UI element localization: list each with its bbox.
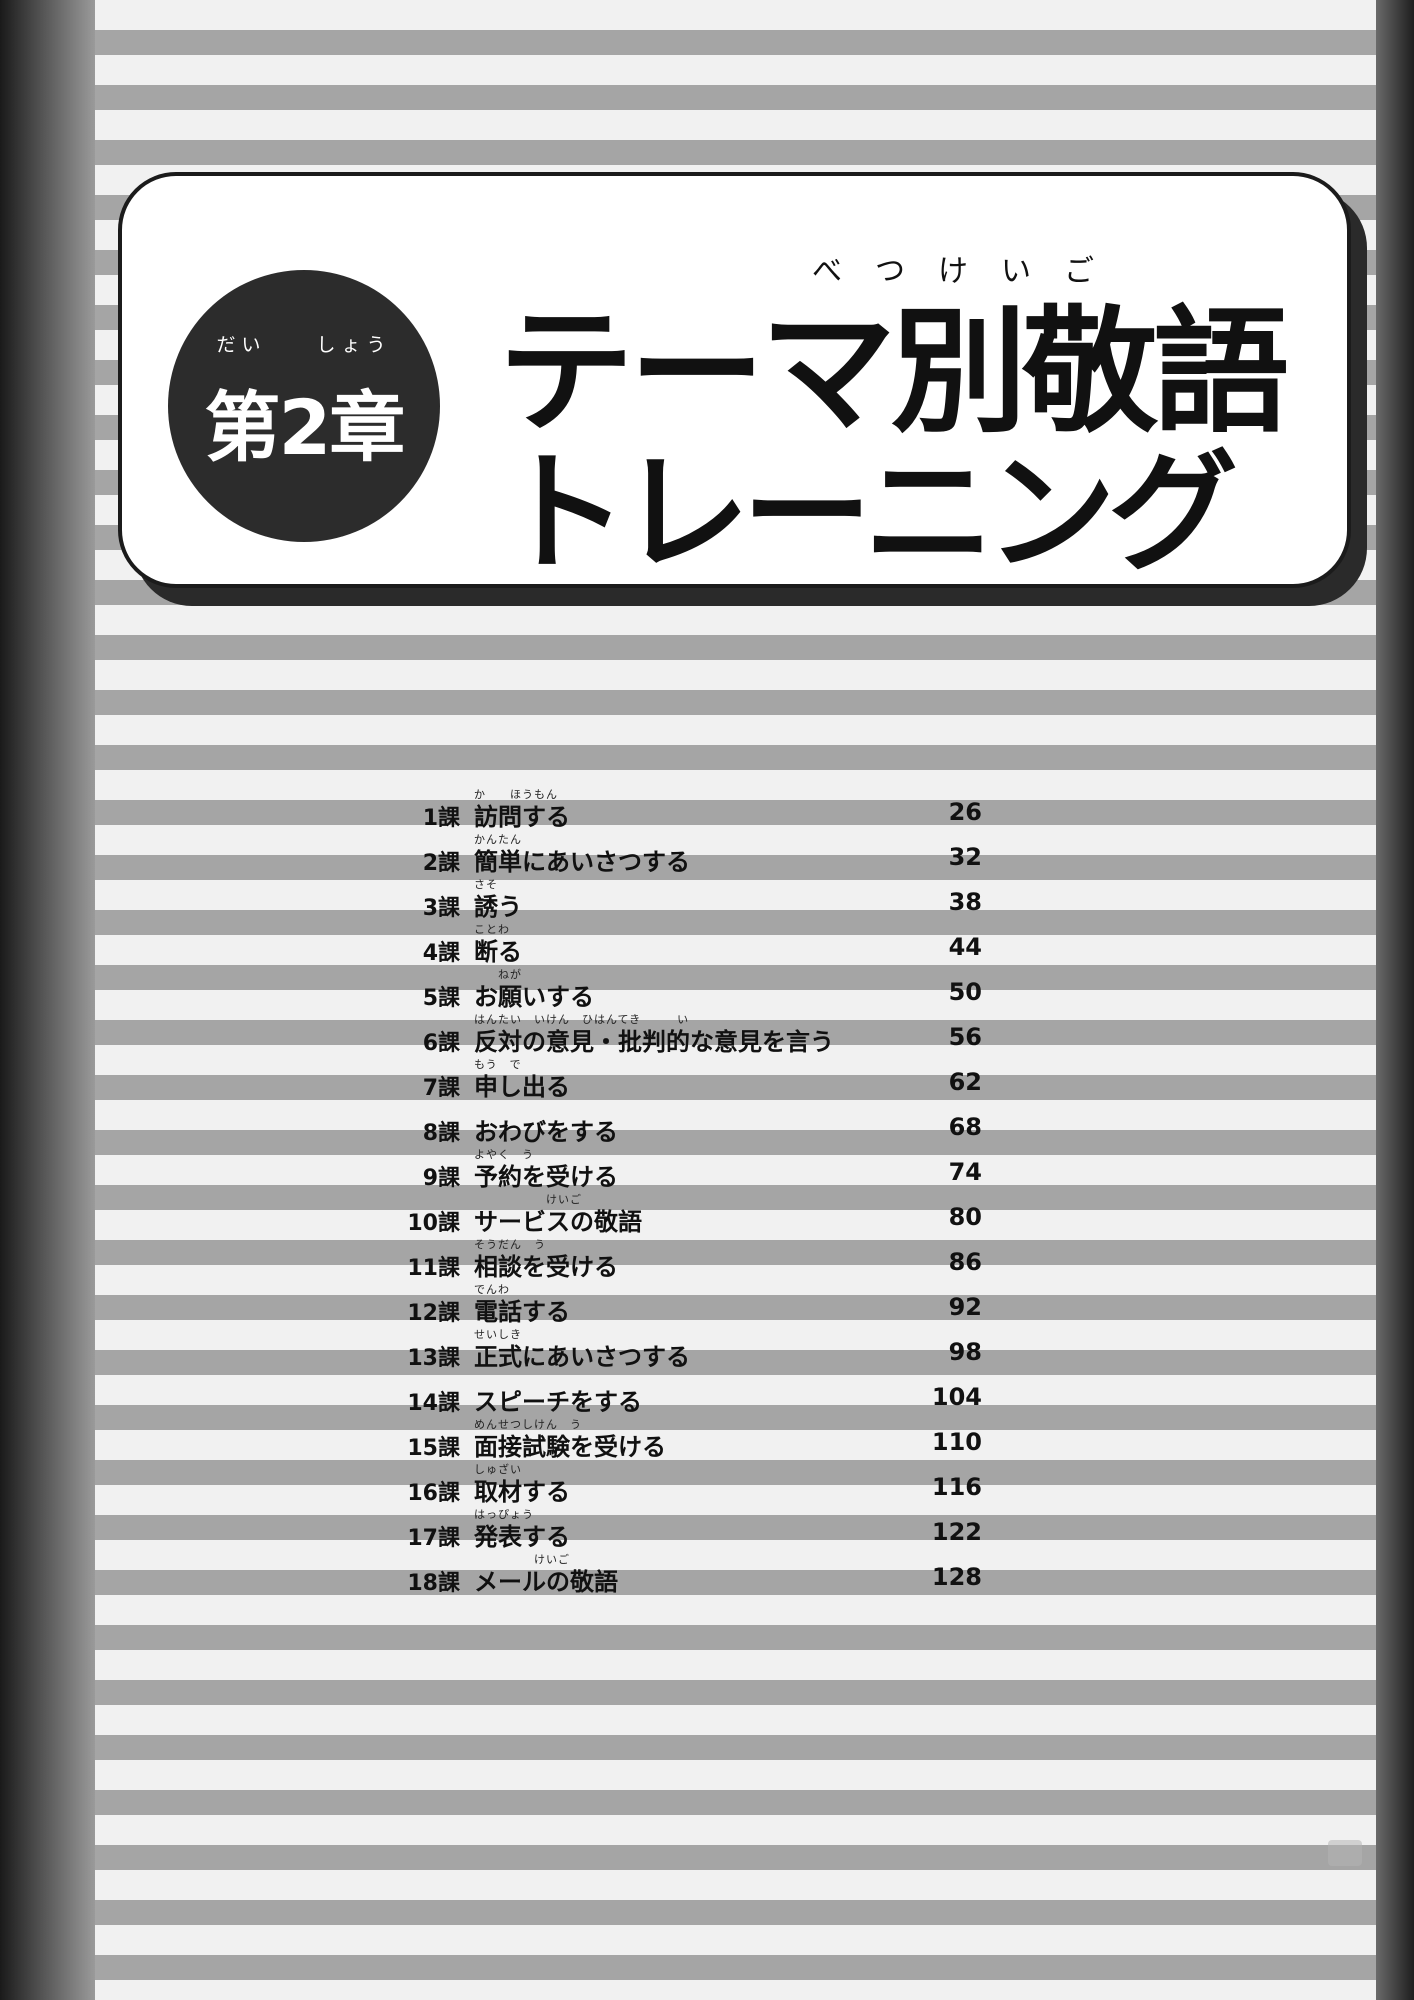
lesson-number: 10課 [407, 1211, 460, 1236]
lesson-title: おわびをする [474, 1118, 618, 1146]
lesson-page-number: 80 [948, 1203, 982, 1231]
lesson-page-number: 122 [931, 1518, 982, 1546]
lesson-number: 5課 [422, 986, 460, 1011]
toc-entry[interactable]: しゅざい 16課 取材する 116 [370, 1461, 1010, 1506]
table-of-contents: か ほうもん 1課 訪問する 26 かんたん 2課 簡単にあいさつする 32 さ… [370, 786, 1010, 1596]
lesson-page-number: 26 [948, 798, 982, 826]
chapter-badge: だい しょう 第2章 [168, 270, 440, 542]
lesson-title: 簡単にあいさつする [474, 848, 690, 876]
lesson-title: お願いする [474, 983, 594, 1011]
lesson-page-number: 68 [948, 1113, 982, 1141]
lesson-number: 15課 [407, 1436, 460, 1461]
lesson-page-number: 32 [948, 843, 982, 871]
lesson-page-number: 50 [948, 978, 982, 1006]
toc-entry[interactable]: めんせつしけん う 15課 面接試験を受ける 110 [370, 1416, 1010, 1461]
lesson-page-number: 56 [948, 1023, 982, 1051]
chapter-title-line-2: トレーニング [498, 437, 1238, 589]
lesson-number: 1課 [422, 806, 460, 831]
lesson-page-number: 98 [948, 1338, 982, 1366]
lesson-page-number: 62 [948, 1068, 982, 1096]
lesson-page-number: 128 [931, 1563, 982, 1591]
toc-entry[interactable]: でんわ 12課 電話する 92 [370, 1281, 1010, 1326]
lesson-number: 14課 [407, 1391, 460, 1416]
bleed-through-page-number [1328, 1840, 1362, 1866]
toc-entry[interactable]: はっぴょう 17課 発表する 122 [370, 1506, 1010, 1551]
toc-entry[interactable]: けいご 10課 サービスの敬語 80 [370, 1191, 1010, 1236]
lesson-number: 16課 [407, 1481, 460, 1506]
lesson-page-number: 92 [948, 1293, 982, 1321]
lesson-number: 2課 [422, 851, 460, 876]
lesson-title: 正式にあいさつする [474, 1343, 690, 1371]
toc-entry[interactable]: かんたん 2課 簡単にあいさつする 32 [370, 831, 1010, 876]
lesson-number: 8課 [422, 1121, 460, 1146]
lesson-title: 予約を受ける [474, 1163, 618, 1191]
lesson-title: 訪問する [474, 803, 570, 831]
lesson-title: 電話する [474, 1298, 570, 1326]
chapter-ruby: だい しょう [216, 334, 392, 356]
toc-entry[interactable]: さそ 3課 誘う 38 [370, 876, 1010, 921]
toc-entry[interactable]: か ほうもん 1課 訪問する 26 [370, 786, 1010, 831]
lesson-title: サービスの敬語 [474, 1208, 642, 1236]
toc-entry[interactable]: けいご 18課 メールの敬語 128 [370, 1551, 1010, 1596]
lesson-number: 18課 [407, 1571, 460, 1596]
lesson-page-number: 38 [948, 888, 982, 916]
lesson-page-number: 86 [948, 1248, 982, 1276]
lesson-number: 3課 [422, 896, 460, 921]
lesson-page-number: 44 [948, 933, 982, 961]
lesson-number: 9課 [422, 1166, 460, 1191]
toc-entry[interactable]: 8課 おわびをする 68 [370, 1101, 1010, 1146]
toc-entry[interactable]: せいしき 13課 正式にあいさつする 98 [370, 1326, 1010, 1371]
lesson-title: スピーチをする [474, 1388, 642, 1416]
lesson-title: 申し出る [474, 1073, 570, 1101]
lesson-title: 誘う [474, 893, 522, 921]
lesson-title: 断る [474, 938, 522, 966]
lesson-page-number: 74 [948, 1158, 982, 1186]
lesson-title: 反対の意見・批判的な意見を言う [474, 1028, 834, 1056]
lesson-title: 相談を受ける [474, 1253, 618, 1281]
toc-entry[interactable]: はんたい いけん ひはんてき い 6課 反対の意見・批判的な意見を言う 56 [370, 1011, 1010, 1056]
chapter-label: 第2章 [204, 383, 406, 472]
toc-entry[interactable]: もう で 7課 申し出る 62 [370, 1056, 1010, 1101]
lesson-number: 4課 [422, 941, 460, 966]
toc-entry[interactable]: 14課 スピーチをする 104 [370, 1371, 1010, 1416]
lesson-title: 取材する [474, 1478, 570, 1506]
lesson-number: 11課 [407, 1256, 460, 1281]
toc-entry[interactable]: ことわ 4課 断る 44 [370, 921, 1010, 966]
lesson-title: メールの敬語 [474, 1568, 618, 1596]
lesson-title: 発表する [474, 1523, 570, 1551]
toc-entry[interactable]: ねが 5課 お願いする 50 [370, 966, 1010, 1011]
lesson-page-number: 104 [931, 1383, 982, 1411]
book-spine-shadow [0, 0, 95, 2000]
toc-entry[interactable]: そうだん う 11課 相談を受ける 86 [370, 1236, 1010, 1281]
lesson-number: 7課 [422, 1076, 460, 1101]
lesson-title: 面接試験を受ける [474, 1433, 666, 1461]
lesson-number: 6課 [422, 1031, 460, 1056]
page-edge-shadow [1376, 0, 1414, 2000]
lesson-number: 12課 [407, 1301, 460, 1326]
lesson-page-number: 116 [931, 1473, 982, 1501]
lesson-page-number: 110 [931, 1428, 982, 1456]
toc-entry[interactable]: よやく う 9課 予約を受ける 74 [370, 1146, 1010, 1191]
lesson-number: 13課 [407, 1346, 460, 1371]
lesson-number: 17課 [407, 1526, 460, 1551]
